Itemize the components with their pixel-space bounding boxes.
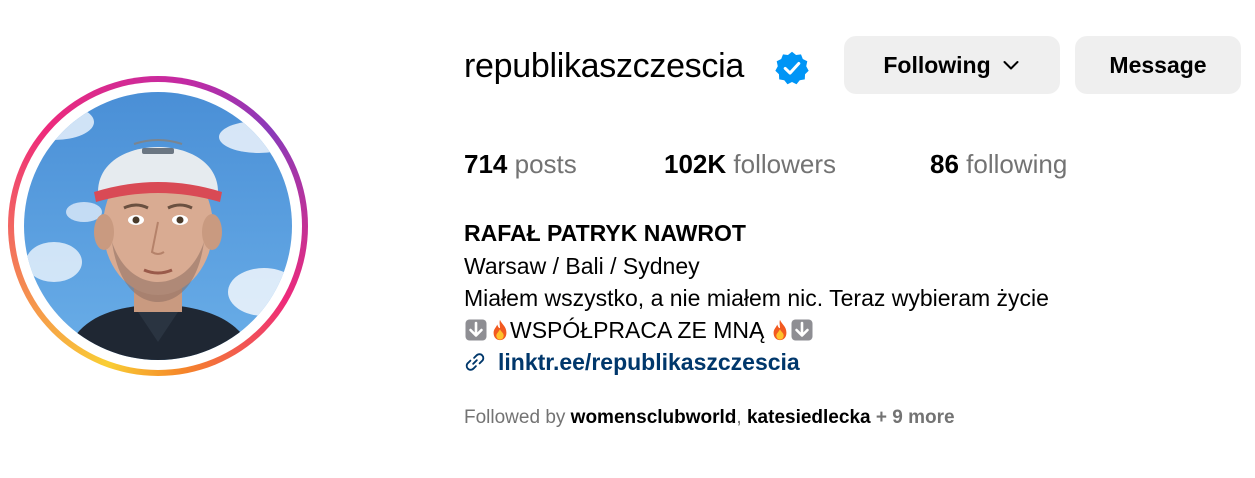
following-label: following: [966, 149, 1068, 179]
story-ring[interactable]: [8, 76, 308, 376]
message-button-label: Message: [1109, 51, 1207, 78]
bio-link-text: linktr.ee/republikaszczescia: [498, 349, 800, 375]
followed-by-account[interactable]: womensclubworld: [571, 407, 737, 428]
fire-emoji-icon: [773, 319, 787, 341]
posts-count: 714 posts: [464, 146, 577, 182]
bio-collab-text: WSPÓŁPRACA ZE MNĄ: [510, 317, 765, 343]
bio-link[interactable]: linktr.ee/republikaszczescia: [464, 346, 800, 378]
following-link[interactable]: 86 following: [930, 146, 1067, 182]
followed-by-more[interactable]: + 9 more: [876, 407, 955, 428]
bio-location: Warsaw / Bali / Sydney: [464, 253, 700, 279]
chevron-down-icon: [1003, 61, 1019, 70]
profile-username: republikaszczescia: [464, 47, 744, 85]
posts-number: 714: [464, 149, 508, 179]
fire-emoji-icon: [493, 319, 507, 341]
verified-badge-icon: [775, 51, 809, 85]
followed-by-account[interactable]: katesiedlecka: [747, 407, 871, 428]
bio-collab-line: WSPÓŁPRACA ZE MNĄ: [464, 315, 814, 345]
down-arrow-emoji-icon: [791, 319, 813, 341]
followed-by: Followed by womensclubworld, katesiedlec…: [464, 404, 955, 432]
followed-by-separator: ,: [736, 407, 742, 428]
link-icon: [465, 353, 485, 371]
followers-label: followers: [733, 149, 836, 179]
following-button-label: Following: [883, 51, 991, 78]
followed-by-prefix: Followed by: [464, 407, 566, 428]
followers-number: 102K: [664, 149, 727, 179]
down-arrow-emoji-icon: [465, 319, 487, 341]
message-button[interactable]: Message: [1075, 36, 1241, 94]
posts-label: posts: [514, 149, 577, 179]
following-button[interactable]: Following: [844, 36, 1060, 94]
avatar-photo: [24, 92, 292, 360]
bio-full-name: RAFAŁ PATRYK NAWROT: [464, 220, 746, 246]
following-number: 86: [930, 149, 959, 179]
bio-tagline: Miałem wszystko, a nie miałem nic. Teraz…: [464, 285, 1049, 311]
followers-link[interactable]: 102K followers: [664, 146, 836, 182]
profile-header: republikaszczescia Following Message 714…: [0, 0, 1255, 478]
avatar[interactable]: [24, 92, 292, 360]
